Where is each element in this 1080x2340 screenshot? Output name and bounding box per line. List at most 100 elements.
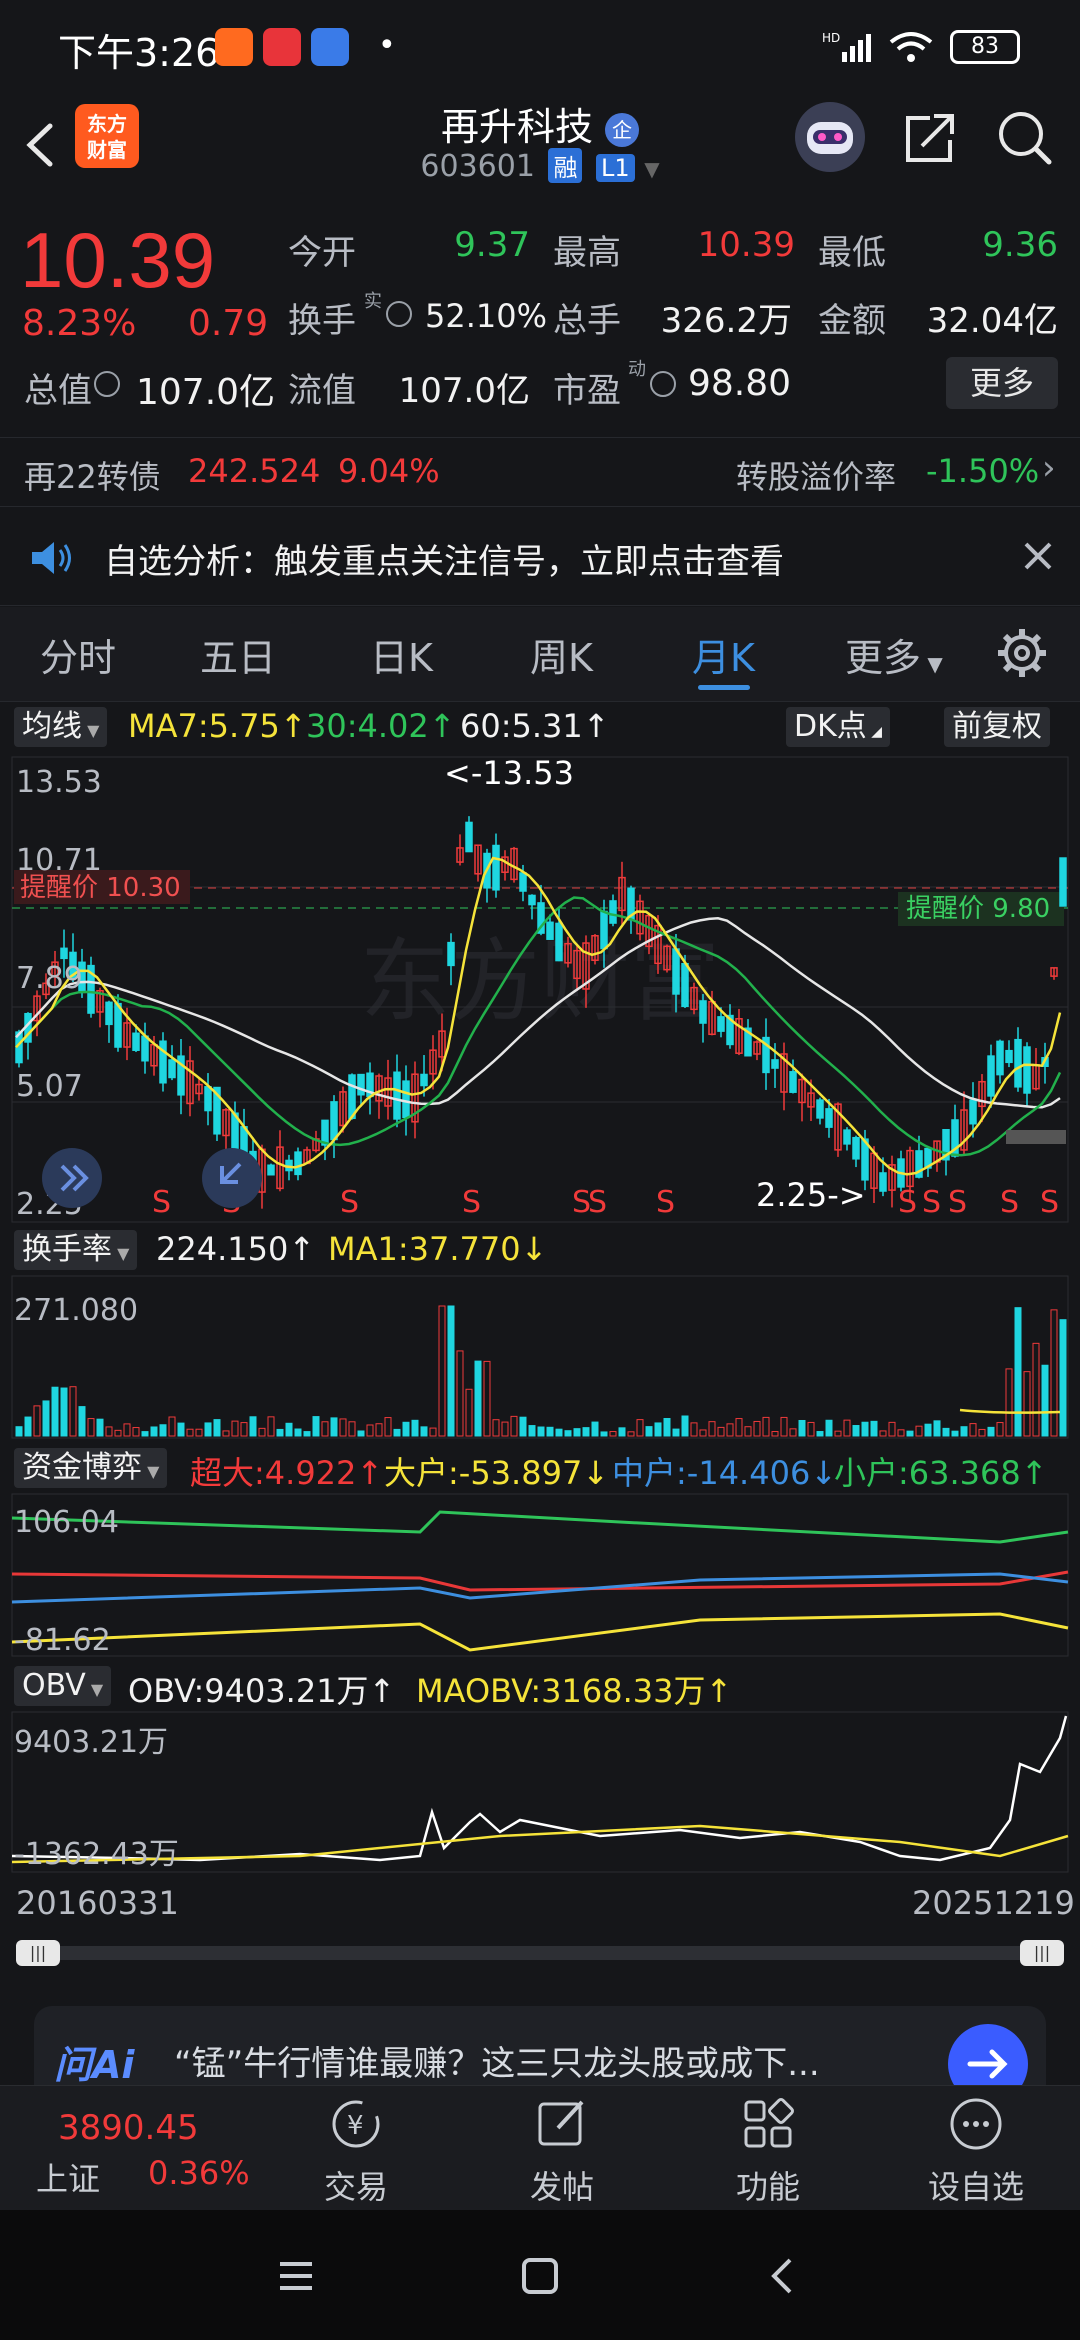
tab-intraday[interactable]: 分时 [40,627,116,682]
turnover-bars [15,1305,1067,1437]
turnover-bar [384,1417,392,1437]
turnover-bar [411,1419,419,1437]
nav-function-label: 功能 [735,2168,800,2206]
tab-five-day[interactable]: 五日 [200,627,276,682]
range-scrollbar[interactable] [16,1946,1064,1960]
share-icon[interactable] [900,108,960,168]
price-change: 0.79 [188,303,269,344]
shrink-button[interactable] [202,1148,262,1208]
back-nav-icon[interactable] [764,2256,804,2296]
turnover-bar [906,1430,914,1437]
index-value: 3890.45 [58,2108,199,2148]
turnover-bar [654,1422,662,1437]
info-icon[interactable] [650,371,676,397]
obv-selector[interactable]: OBV ▼ [14,1666,112,1706]
fund-selector[interactable]: 资金博弈 ▼ [14,1448,168,1488]
search-icon[interactable] [995,108,1055,168]
turnover-bar [69,1386,77,1437]
notification-app-icon [311,28,349,66]
cb-premium-value: -1.50% [926,452,1040,490]
kline-chart[interactable]: 东方财富 提醒价 10.30 提醒价 9.80 13.53 10.71 7.89… [0,752,1080,1226]
turnover-bar [60,1387,68,1437]
turnover-selector[interactable]: 换手率 ▼ [14,1230,138,1270]
turnover-bar [258,1427,266,1437]
sell-mark: S [922,1185,941,1220]
sell-marks: SSSSSSSSSSSS [152,1185,1059,1220]
range-handle-left[interactable]: ||| [16,1940,60,1966]
sell-mark: S [152,1185,171,1220]
quote-panel: 10.39 8.23% 0.79 总值 107.0亿 今开 9.37 最高 10… [0,205,1080,435]
notification-dot: • [378,28,396,63]
turnover-bar [1005,1368,1013,1437]
candle-body [168,1059,176,1079]
turnover-bar [465,1388,473,1437]
candle-body [348,1074,356,1120]
ma-selector[interactable]: 均线 ▼ [14,707,108,747]
dk-point-button[interactable]: DK点 ◢ [786,707,890,747]
menu-icon[interactable] [276,2256,316,2296]
turnover-bar [1041,1364,1049,1437]
candle-body [843,1129,851,1145]
info-icon[interactable] [94,371,120,397]
robot-avatar-icon[interactable] [795,102,865,172]
turnover-bar [123,1423,131,1437]
nav-post-label: 发帖 [529,2168,594,2206]
turnover-bar [726,1423,734,1437]
tab-weekly-k[interactable]: 周K [530,627,593,682]
adjust-button[interactable]: 前复权 [944,707,1050,747]
turnover-bar [24,1416,32,1437]
candle-body [528,894,536,906]
turnover-bar [105,1426,113,1437]
high-value: 10.39 [697,225,795,265]
convertible-bond-row[interactable]: 再22转债 242.524 9.04% 转股溢价率 -1.50% › [0,437,1080,507]
turnover-bar [231,1420,239,1437]
speaker-icon [30,538,74,578]
info-icon[interactable] [386,301,412,327]
candle-body [132,1032,140,1051]
tab-monthly-k[interactable]: 月K [692,627,755,682]
chevron-right-icon: › [1042,448,1056,488]
sell-mark: S [1000,1185,1019,1220]
index-ticker[interactable]: 3890.45 上证 0.36% [0,2086,250,2211]
y-tick-label: 106.04 [14,1505,119,1540]
turnover-bar [663,1418,671,1437]
analysis-alert[interactable]: 自选分析：触发重点关注信号，立即点击查看 [0,508,1080,606]
turnover-bar [591,1421,599,1437]
sell-mark: S [340,1185,359,1220]
close-icon[interactable] [1020,538,1056,574]
trade-icon: ¥ [332,2100,380,2148]
turnover-bar [357,1430,365,1437]
turnover-bar [510,1415,518,1437]
turnover-bar [366,1424,374,1437]
fund-chart[interactable]: 106.04 -81.62 [0,1492,1080,1658]
turnover-bar [303,1431,311,1437]
corner-triangle-icon: ◢ [866,724,882,740]
turnover-selector-label: 换手率 [22,1232,112,1267]
nav-function[interactable]: 功能 [698,2094,838,2208]
turnover-bar [96,1418,104,1437]
turnover-bar [690,1422,698,1437]
turnover-bar [447,1305,455,1437]
turnover-bar [132,1427,140,1437]
nav-post[interactable]: 发帖 [492,2094,632,2208]
more-button[interactable]: 更多 [946,357,1058,409]
nav-trade[interactable]: ¥ 交易 [286,2094,426,2208]
candle-body [717,1016,725,1032]
turnover-bar [87,1418,95,1437]
turnover-chart[interactable]: 271.080 [0,1274,1080,1440]
turnover-legend: 224.150↑ [156,1230,316,1268]
nav-add-watch[interactable]: 设自选 [906,2094,1046,2208]
range-handle-right[interactable]: ||| [1020,1940,1064,1966]
home-icon[interactable] [520,2256,560,2296]
turnover-bar [816,1431,824,1437]
turnover-bar [717,1426,725,1437]
candle-body [546,921,554,940]
tab-daily-k[interactable]: 日K [370,627,433,682]
turnover-bar [852,1425,860,1437]
obv-chart[interactable]: 9403.21万 -1362.43万 [0,1710,1080,1874]
settings-icon[interactable] [996,627,1048,679]
sell-mark: S [588,1185,607,1220]
y-tick-label: -1362.43万 [14,1837,179,1872]
low-label: 最低 [818,233,886,273]
tab-more[interactable]: 更多 ▼ [845,627,943,682]
